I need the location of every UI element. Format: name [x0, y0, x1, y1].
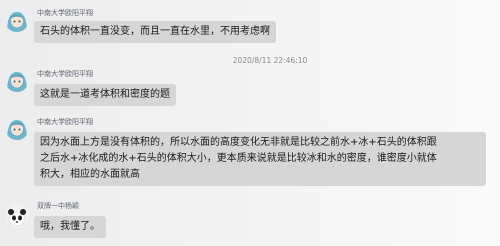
sender-name: 中南大学欧阳平翔	[37, 70, 93, 78]
sender-name: 中南大学欧阳平翔	[37, 118, 93, 126]
message-bubble[interactable]: 因为水面上方是没有体积的，所以水面的高度变化无非就是比较之前水+冰+石头的体积跟…	[34, 132, 486, 186]
message-line: 积大，相应的水面就高	[40, 169, 140, 180]
anime-girl-avatar[interactable]	[5, 8, 29, 32]
sender-name: 中南大学欧阳平翔	[37, 9, 93, 17]
message-line: 之后水+冰化成的水+石头的体积大小，更本质来说就是比较冰和水的密度，谁密度小就体	[40, 153, 437, 164]
message-bubble[interactable]: 石头的体积一直没变，而且一直在水里，不用考虑啊	[34, 21, 276, 43]
message-line: 因为水面上方是没有体积的，所以水面的高度变化无非就是比较之前水+冰+石头的体积跟	[40, 137, 437, 148]
chat-message: 中南大学欧阳平翔 因为水面上方是没有体积的，所以水面的高度变化无非就是比较之前水…	[0, 110, 500, 198]
panda-avatar[interactable]	[5, 204, 29, 228]
message-bubble[interactable]: 这就是一道考体积和密度的题	[34, 84, 176, 106]
anime-girl-avatar[interactable]	[5, 68, 29, 92]
chat-message: 中南大学欧阳平翔 这就是一道考体积和密度的题	[0, 62, 500, 112]
anime-girl-avatar[interactable]	[5, 116, 29, 140]
chat-message: 双牌一中杨颖 哦，我懂了。	[0, 198, 500, 246]
chat-message: 中南大学欧阳平翔 石头的体积一直没变，而且一直在水里，不用考虑啊	[0, 0, 500, 50]
sender-name: 双牌一中杨颖	[37, 202, 79, 210]
message-bubble[interactable]: 哦，我懂了。	[34, 216, 106, 238]
